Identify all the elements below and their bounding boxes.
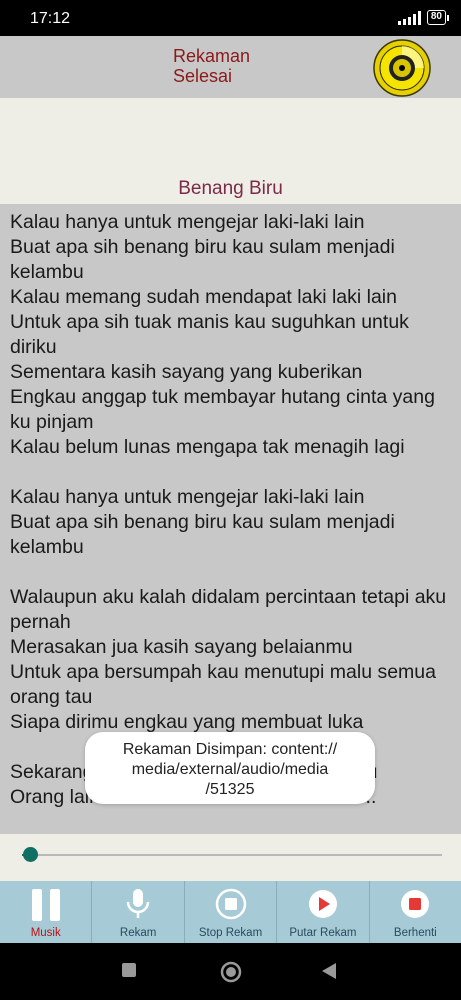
back-icon[interactable] <box>322 963 336 979</box>
lyrics-line: Kalau memang sudah mendapat laki laki la… <box>10 286 397 308</box>
lyrics-line: Buat apa sih benang biru kau sulam menja… <box>10 511 395 558</box>
song-title: Benang Biru <box>178 178 283 199</box>
seek-bar[interactable] <box>22 854 442 856</box>
home-icon[interactable] <box>220 961 242 983</box>
stop-record-button[interactable]: Stop Rekam <box>185 881 278 943</box>
music-label: Musik <box>30 927 61 939</box>
record-label: Rekam <box>119 927 157 939</box>
lyrics-line: Untuk apa bersumpah kau menutupi malu se… <box>10 661 436 708</box>
recording-status: Rekaman Selesai <box>173 46 250 86</box>
recording-status-line2: Selesai <box>173 66 233 86</box>
toast-line: /51325 <box>205 781 255 798</box>
toast-line: Rekaman Disimpan: content:// <box>122 741 338 758</box>
lyrics-line: Sementara kasih sayang yang kuberikan <box>10 361 363 383</box>
lyrics-line: Kalau hanya untuk mengejar laki-laki lai… <box>10 486 365 508</box>
visual-area <box>0 98 461 178</box>
lyrics-stanza: Kalau hanya untuk mengejar laki-laki lai… <box>10 210 450 460</box>
recording-status-line1: Rekaman <box>173 46 251 66</box>
pause-icon <box>31 889 60 921</box>
cd-disc-icon[interactable] <box>372 38 432 98</box>
status-time: 17:12 <box>30 10 71 27</box>
toast-line: media/external/audio/media <box>131 761 329 778</box>
battery-icon: 80 <box>426 10 449 25</box>
system-nav-bar <box>0 943 461 1000</box>
play-record-label: Putar Rekam <box>289 927 357 939</box>
seek-thumb[interactable] <box>22 847 38 862</box>
lyrics-line: Merasakan jua kasih sayang belaianmu <box>10 636 353 658</box>
signal-icon <box>397 10 421 25</box>
status-icons: 80 <box>397 10 449 25</box>
stop-record-icon <box>401 890 430 918</box>
record-button[interactable]: Rekam <box>92 881 185 943</box>
lyrics-line: Walaupun aku kalah didalam percintaan te… <box>10 586 447 633</box>
stop-label: Berhenti <box>393 927 437 939</box>
stop-record-label: Stop Rekam <box>198 927 263 939</box>
lyrics-line: Kalau belum lunas mengapa tak menagih la… <box>10 436 405 458</box>
lyrics-line: Engkau anggap tuk membayar hutang cinta … <box>10 386 435 433</box>
lyrics-stanza: Walaupun aku kalah didalam percintaan te… <box>10 585 450 735</box>
microphone-icon <box>126 889 150 918</box>
music-button[interactable]: Musik <box>0 881 93 943</box>
stop-button[interactable]: Berhenti <box>370 881 461 943</box>
header: Rekaman Selesai <box>0 36 461 98</box>
recents-icon[interactable] <box>122 963 136 977</box>
play-circle-icon <box>308 890 337 918</box>
toast-message: Rekaman Disimpan: content:// media/exter… <box>85 732 375 804</box>
battery-level: 80 <box>426 10 446 25</box>
song-title-bar: Benang Biru <box>0 178 461 204</box>
lyrics-stanza: Kalau hanya untuk mengejar laki-laki lai… <box>10 485 450 560</box>
play-record-button[interactable]: Putar Rekam <box>277 881 370 943</box>
bottom-nav: Musik Rekam Stop Rekam Putar Rekam Berhe… <box>0 881 461 943</box>
lyrics-line: Kalau hanya untuk mengejar laki-laki lai… <box>10 211 365 233</box>
stop-circle-icon <box>215 888 246 920</box>
app-screen: Rekaman Selesai Benang Biru Kalau hanya … <box>0 36 461 916</box>
lyrics-line: Buat apa sih benang biru kau sulam menja… <box>10 236 395 283</box>
status-bar: 17:12 80 <box>0 0 461 36</box>
lyrics-line: Untuk apa sih tuak manis kau suguhkan un… <box>10 311 409 358</box>
